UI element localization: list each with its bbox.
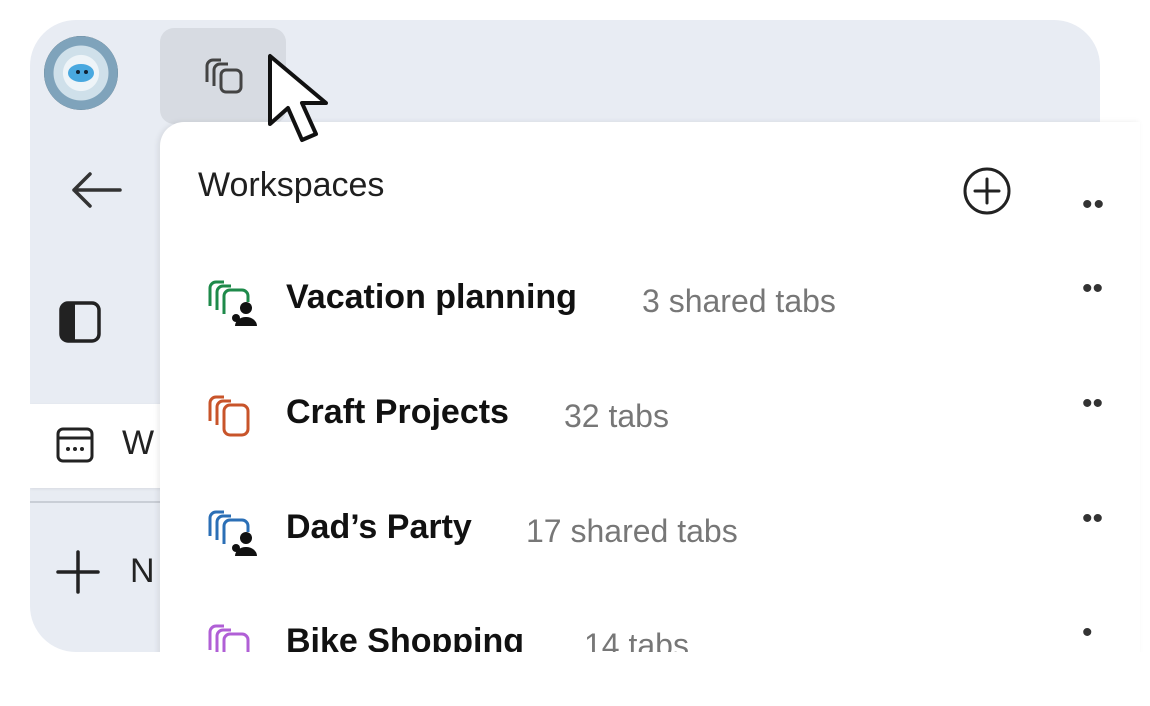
workspace-row[interactable]: Vacation planning 3 shared tabs •• (160, 250, 1140, 340)
sidebar-divider (30, 501, 180, 503)
avatar-face (68, 64, 94, 82)
sidebar-toggle-icon[interactable] (58, 300, 102, 344)
avatar-eye (76, 70, 80, 74)
panel-more-button[interactable]: •• (1082, 188, 1105, 222)
shared-workspace-icon (208, 510, 257, 556)
avatar-eye (84, 70, 88, 74)
workspaces-icon (205, 58, 243, 94)
workspace-more-button[interactable]: • (1082, 616, 1093, 650)
profile-avatar[interactable] (44, 36, 118, 110)
workspace-row[interactable]: Craft Projects 32 tabs •• (160, 365, 1140, 455)
workspace-name: Vacation planning (286, 278, 577, 316)
back-arrow-icon[interactable] (68, 170, 124, 210)
plus-circle-icon[interactable] (960, 164, 1014, 218)
panel-title: Workspaces (198, 166, 385, 204)
tab-favicon-icon (56, 427, 94, 463)
active-tab[interactable]: W (30, 404, 180, 488)
workspace-icon (208, 395, 250, 437)
mouse-pointer-icon (268, 54, 328, 142)
workspace-more-button[interactable]: •• (1082, 387, 1103, 421)
shared-workspace-icon (208, 280, 257, 326)
workspace-more-button[interactable]: •• (1082, 272, 1103, 306)
active-tab-label: W (122, 424, 155, 462)
plus-icon[interactable] (54, 548, 102, 596)
workspace-name: Dad’s Party (286, 508, 472, 546)
workspace-row[interactable]: Dad’s Party 17 shared tabs •• (160, 480, 1140, 570)
new-tab-label[interactable]: N (130, 552, 155, 591)
workspaces-panel: Workspaces •• Vacation planning 3 shared… (160, 122, 1140, 666)
workspace-tab-count: 17 shared tabs (526, 513, 738, 549)
workspace-tab-count: 3 shared tabs (642, 283, 836, 319)
workspace-name: Craft Projects (286, 393, 509, 431)
workspace-tab-count: 32 tabs (564, 398, 669, 434)
page-background (0, 652, 1150, 706)
workspace-more-button[interactable]: •• (1082, 502, 1103, 536)
